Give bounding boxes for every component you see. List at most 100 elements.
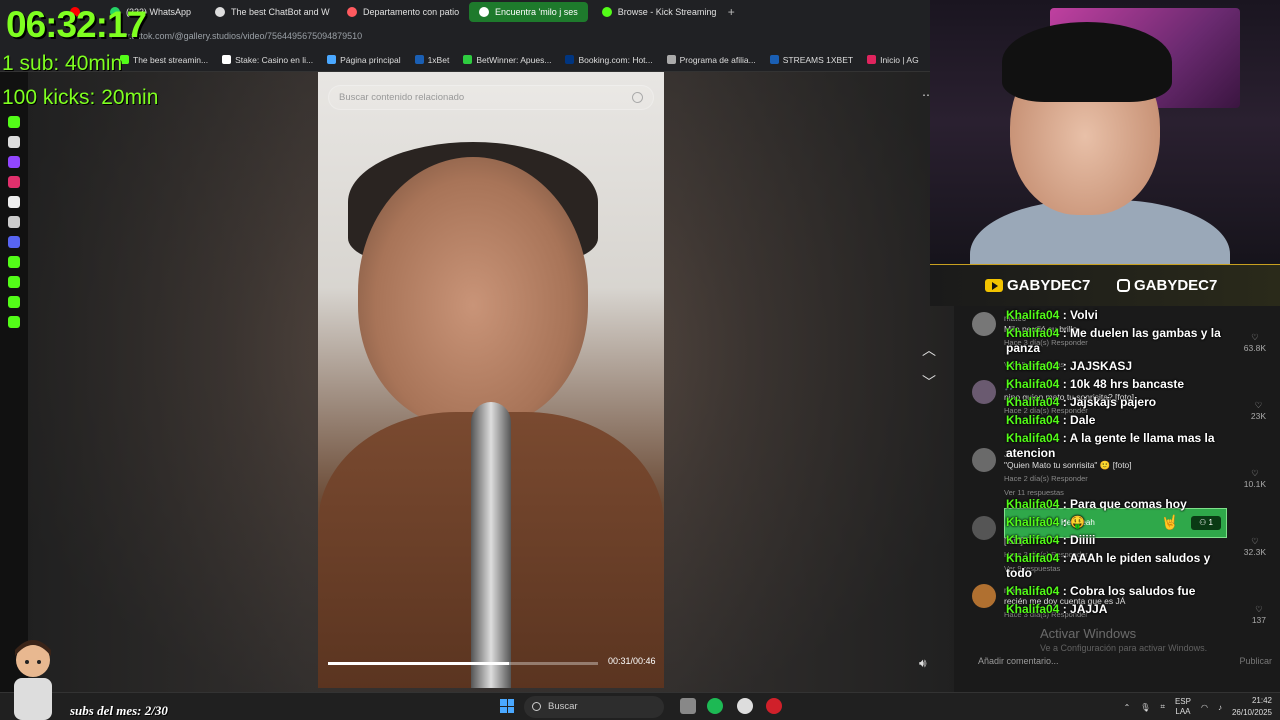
microphone-icon[interactable]: 🎙︎ [1140, 703, 1150, 712]
like-count: 63.8K [1243, 343, 1266, 353]
avatar[interactable] [972, 516, 996, 540]
instagram-handle-text: GABYDEC7 [1134, 277, 1218, 294]
avatar[interactable] [972, 312, 996, 336]
chat-text: Cobra los saludos fue [1070, 584, 1196, 598]
kick-icon[interactable] [8, 116, 20, 128]
bookmark-icon [327, 55, 337, 64]
comment-likes[interactable]: ♡ 32.3K [1244, 536, 1266, 557]
windows-start-icon[interactable] [500, 699, 514, 713]
play-icon[interactable] [8, 256, 20, 268]
chat-text: JAJJA [1070, 602, 1108, 616]
opera-gx-icon[interactable] [766, 698, 782, 714]
chat-user: Khalifa04 [1006, 413, 1060, 427]
settings-icon[interactable] [8, 316, 20, 328]
search-icon[interactable] [632, 92, 643, 103]
chat-text: Para que comas hoy [1070, 497, 1187, 511]
publish-button[interactable]: Publicar [1239, 656, 1272, 666]
video-progress-bar[interactable] [328, 662, 598, 665]
volume-icon[interactable]: 🔊︎ [919, 656, 927, 671]
discord-icon[interactable] [8, 236, 20, 248]
bookmark-label: STREAMS 1XBET [782, 54, 854, 65]
home-icon[interactable] [8, 136, 20, 148]
wifi-icon[interactable]: ◠ [1201, 703, 1208, 712]
spotify-icon[interactable] [707, 698, 723, 714]
chat-message: Khalifa04 : JAJJA [1006, 602, 1108, 616]
add-comment-input[interactable]: Añadir comentario... [978, 656, 1059, 666]
bookmark-item[interactable]: Página principal [327, 54, 401, 65]
instagram-icon[interactable] [8, 176, 20, 188]
comment-likes[interactable]: ♡ 23K [1251, 400, 1266, 421]
tab-kick[interactable]: Browse - Kick Streaming [592, 2, 720, 22]
bookmark-icon [463, 55, 473, 64]
bookmark-item[interactable]: The best streamin... [120, 55, 208, 65]
new-tab-icon[interactable]: + [728, 5, 735, 19]
avatar[interactable] [972, 584, 996, 608]
video-player[interactable]: Buscar contenido relacionado 00:31/00:46 [318, 72, 664, 688]
like-count: 23K [1250, 411, 1266, 421]
tiktok-page: Buscar contenido relacionado 00:31/00:46… [28, 72, 954, 692]
chevron-up-icon[interactable]: ⌃ [1124, 703, 1131, 712]
language-indicator[interactable]: ESP LAA [1175, 697, 1191, 717]
tiktok-icon[interactable] [8, 196, 20, 208]
tab-chatbot[interactable]: The best ChatBot and W [205, 2, 333, 22]
bookmark-label: Página principal [340, 54, 401, 65]
bookmark-item[interactable]: Inicio | AG [867, 55, 919, 65]
avatar[interactable] [972, 380, 996, 404]
kick-icon [601, 7, 612, 17]
comment-likes[interactable]: ♡ 63.8K [1244, 332, 1266, 353]
bookmark-item[interactable]: Booking.com: Hot... [565, 55, 653, 65]
taskbar-search[interactable]: Buscar [524, 696, 664, 718]
tab-label: Encuentra 'milo j ses [495, 7, 578, 17]
history-icon[interactable] [8, 276, 20, 288]
video-time: 00:31/00:46 [608, 656, 656, 666]
sidebar-rail [0, 72, 28, 692]
chat-text: 🤑 [1070, 515, 1085, 529]
comment-likes[interactable]: ♡ 137 [1252, 604, 1266, 625]
chat-text: Jajskajs pajero [1070, 395, 1157, 409]
webcam-overlay: GABYDEC7 GABYDEC7 [930, 0, 1280, 306]
twitch-icon[interactable] [8, 156, 20, 168]
x-icon[interactable] [8, 216, 20, 228]
file-explorer-icon[interactable] [680, 698, 696, 714]
chat-text: Dale [1070, 413, 1096, 427]
related-search-placeholder: Buscar contenido relacionado [339, 92, 465, 103]
comment-likes[interactable]: ♡ 10.1K [1244, 468, 1266, 489]
chat-user: Khalifa04 [1006, 395, 1060, 409]
chat-message: Khalifa04 : Volvi [1006, 308, 1098, 322]
speaker-icon[interactable]: ♪ [1218, 703, 1222, 712]
bookmark-icon [222, 55, 232, 64]
extensions-icon[interactable] [8, 296, 20, 308]
kicks-goal: 100 kicks: 20min [2, 86, 159, 109]
bookmark-label: Programa de afilia... [679, 54, 756, 65]
bookmark-label: Stake: Casino en li... [235, 54, 314, 65]
tab-airbnb[interactable]: Departamento con patio [337, 2, 465, 22]
activate-windows-subtext: Ve a Configuración para activar Windows. [1040, 643, 1208, 653]
related-search-input[interactable]: Buscar contenido relacionado [328, 85, 654, 110]
chat-message: Khalifa04 : 10k 48 hrs bancaste [1006, 377, 1185, 391]
avatar[interactable] [972, 448, 996, 472]
bookmark-icon [666, 55, 676, 64]
taskbar-clock[interactable]: 21:42 26/10/2025 [1232, 695, 1272, 719]
chat-message: Khalifa04 : Dale [1006, 413, 1096, 427]
tab-tiktok[interactable]: Encuentra 'milo j ses [469, 2, 588, 22]
bookmark-item[interactable]: 1xBet [414, 55, 449, 65]
obs-icon[interactable] [737, 698, 753, 714]
youtube-icon [985, 279, 1003, 292]
bookmark-icon [867, 55, 877, 64]
bookmark-item[interactable]: BetWinner: Apues... [463, 55, 551, 65]
bookmark-item[interactable]: Programa de afilia... [666, 54, 756, 65]
instagram-icon [1117, 279, 1130, 292]
bookmark-label: BetWinner: Apues... [476, 54, 552, 65]
chat-message: Khalifa04 : Me duelen las gambas y la pa… [1006, 326, 1221, 355]
bookmark-item[interactable]: STREAMS 1XBET [769, 54, 854, 65]
chat-text: Diiiii [1070, 533, 1096, 547]
chevron-down-icon[interactable]: ﹀ [922, 372, 936, 392]
bookmark-item[interactable]: Stake: Casino en li... [222, 55, 313, 65]
chevron-up-icon[interactable]: ︿ [922, 340, 936, 360]
chat-text: Volvi [1070, 308, 1098, 322]
chat-message: Khalifa04 : A la gente le llama mas la a… [1006, 431, 1215, 460]
network-icon[interactable]: ⌗ [1160, 702, 1165, 712]
airbnb-icon [347, 7, 358, 17]
video-progress-fill [328, 662, 509, 665]
social-banner: GABYDEC7 GABYDEC7 [930, 264, 1280, 306]
